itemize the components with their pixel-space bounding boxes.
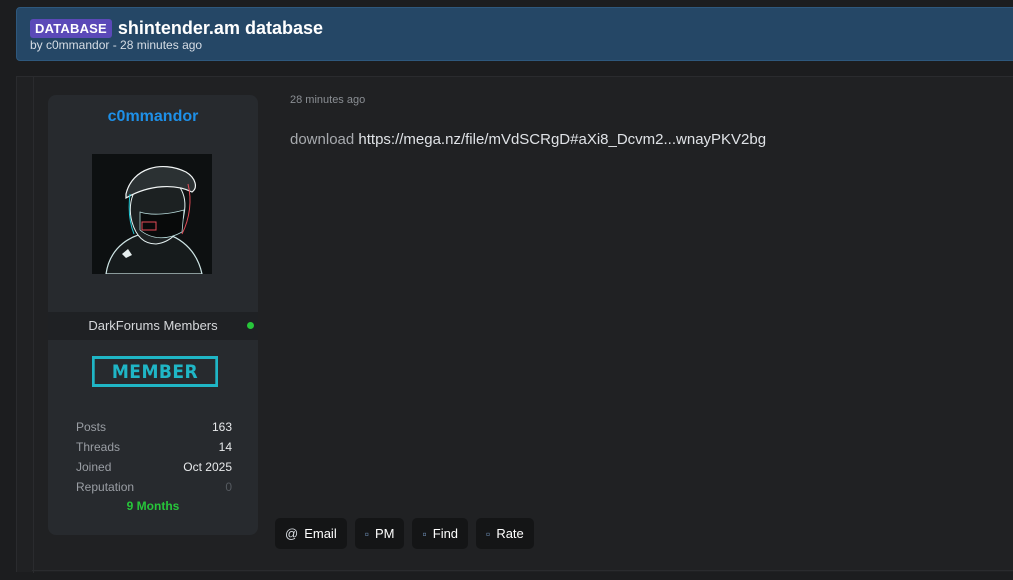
thread-header: DATABASE shintender.am database by c0mma…: [16, 7, 1013, 61]
stat-value[interactable]: 14: [219, 440, 232, 454]
post-divider: [33, 77, 34, 573]
post-actions: @ Email ▫ PM ▫ Find ▫ Rate: [275, 518, 534, 549]
stat-label: Threads: [76, 440, 121, 454]
email-button-label: Email: [304, 526, 337, 541]
stat-joined: Joined Oct 2025: [76, 460, 232, 474]
rate-button-label: Rate: [496, 526, 524, 541]
at-icon: @: [285, 526, 299, 541]
email-button[interactable]: @ Email: [275, 518, 347, 549]
rank-badge: MEMBER: [92, 356, 218, 387]
stat-label: Joined: [76, 460, 112, 474]
member-tenure: 9 Months: [126, 499, 180, 513]
author-card: c0mmandor DarkForums Members MEMBER Post…: [48, 95, 258, 535]
stat-reputation: Reputation 0: [76, 480, 232, 494]
post-body-text: download: [290, 131, 355, 148]
stat-value[interactable]: 163: [212, 420, 232, 434]
post-body: download https://mega.nz/file/mVdSCRgD#a…: [290, 131, 766, 148]
post-bottom-divider: [32, 570, 1013, 571]
rate-button[interactable]: ▫ Rate: [476, 518, 534, 549]
stat-posts: Posts 163: [76, 420, 232, 434]
thread-byline: by c0mmandor - 28 minutes ago: [30, 38, 203, 52]
post-date[interactable]: 28 minutes ago: [290, 94, 365, 106]
stat-threads: Threads 14: [76, 440, 232, 454]
message-icon: ▫: [364, 526, 369, 541]
user-group-name: DarkForums Members: [88, 318, 218, 333]
pm-button-label: PM: [374, 526, 395, 541]
avatar-image: [92, 154, 212, 274]
thread-title-row: DATABASE shintender.am database: [30, 18, 323, 39]
avatar[interactable]: [92, 154, 212, 274]
thread-title: shintender.am database: [117, 18, 323, 38]
post-download-link[interactable]: https://mega.nz/file/mVdSCRgD#aXi8_Dcvm2…: [358, 131, 766, 148]
online-status-icon: [247, 322, 254, 329]
star-icon: ▫: [486, 526, 491, 541]
thread-prefix-badge[interactable]: DATABASE: [30, 19, 112, 38]
find-button[interactable]: ▫ Find: [412, 518, 469, 549]
author-username[interactable]: c0mmandor: [48, 108, 258, 126]
stat-label: Reputation: [76, 480, 135, 494]
stat-label: Posts: [76, 420, 107, 434]
stat-value: Oct 2025: [183, 460, 232, 474]
find-button-label: Find: [432, 526, 459, 541]
search-icon: ▫: [422, 526, 427, 541]
user-group-bar: DarkForums Members: [48, 312, 258, 340]
stat-value[interactable]: 0: [225, 480, 232, 494]
pm-button[interactable]: ▫ PM: [354, 518, 405, 549]
